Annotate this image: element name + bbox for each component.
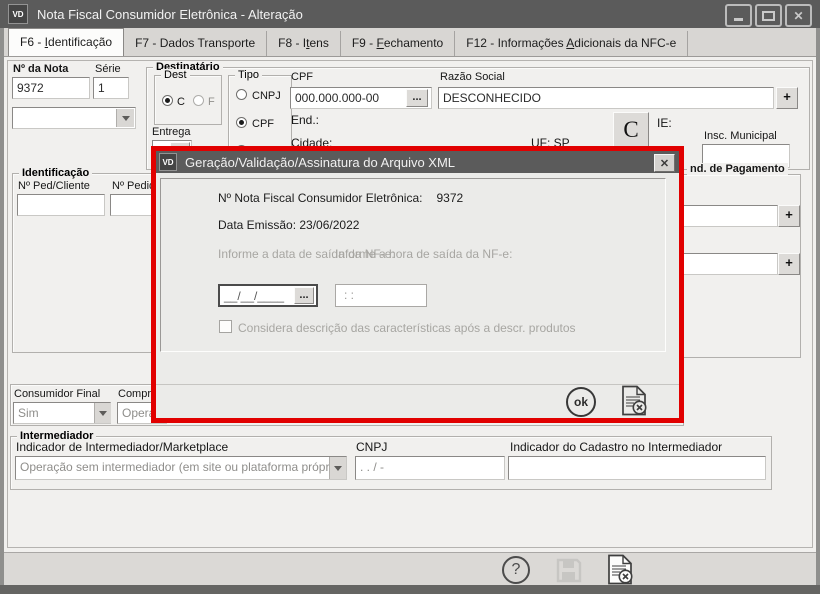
razao-social-add-button[interactable]: +	[776, 87, 798, 109]
save-button[interactable]	[556, 558, 582, 588]
entrega-label: Entrega	[152, 126, 191, 138]
emission-date-text: Data Emissão: 23/06/2022	[218, 218, 359, 232]
nota-input[interactable]: 9372	[12, 77, 90, 99]
identificacao-title: Identificação	[19, 167, 92, 179]
close-document-icon	[606, 554, 634, 585]
radio-dest-f[interactable]	[193, 95, 204, 106]
dialog-close-button[interactable]	[654, 154, 675, 172]
ped-cliente-label: Nº Ped/Cliente	[18, 180, 90, 192]
razao-social-label: Razão Social	[440, 71, 505, 83]
cadastro-intermediador-label: Indicador do Cadastro no Intermediador	[510, 441, 722, 453]
ie-label: IE:	[657, 117, 672, 129]
departure-time-input[interactable]: : :	[335, 284, 427, 307]
dialog-titlebar: VD Geração/Validação/Assinatura do Arqui…	[156, 151, 679, 173]
ped-cliente-input[interactable]	[17, 194, 105, 216]
tab-f12[interactable]: F12 - Informações Adicionais da NFC-e	[455, 31, 688, 56]
departure-time-label: Informe a hora de saída da NF-e:	[335, 246, 512, 262]
tab-f9[interactable]: F9 - Fechamento	[341, 31, 455, 56]
window-border-right	[816, 28, 820, 585]
serie-input[interactable]: 1	[93, 77, 129, 99]
description-checkbox-label: Considera descrição das características …	[238, 321, 576, 335]
nota-label: Nº da Nota	[13, 63, 68, 75]
radio-dest-c[interactable]	[162, 95, 173, 106]
radio-dest-f-label: F	[208, 96, 215, 108]
indicador-marketplace-select[interactable]: Operação sem intermediador (em site ou p…	[15, 456, 347, 480]
close-button[interactable]	[785, 4, 812, 27]
window-bottom-edge	[0, 585, 820, 594]
tab-f6[interactable]: F6 - Identificação	[8, 28, 124, 56]
radio-tipo-cpf-label: CPF	[252, 118, 274, 130]
save-icon	[556, 558, 582, 583]
maximize-icon	[762, 11, 775, 21]
close-document-icon	[620, 385, 648, 416]
titlebar: VD Nota Fiscal Consumidor Eletrônica - A…	[0, 0, 820, 28]
tab-f8[interactable]: F8 - Itens	[267, 31, 341, 56]
nfce-number-row: Nº Nota Fiscal Consumidor Eletrônica: 937…	[218, 191, 463, 205]
tipo-title: Tipo	[235, 69, 262, 81]
window-title: Nota Fiscal Consumidor Eletrônica - Alte…	[37, 7, 303, 22]
tab-f7[interactable]: F7 - Dados Transporte	[124, 31, 267, 56]
description-checkbox[interactable]	[219, 320, 232, 333]
dialog-separator	[156, 384, 679, 385]
chevron-down-icon[interactable]	[94, 403, 111, 423]
radio-tipo-cnpj-label: CNPJ	[252, 90, 281, 102]
indicador-marketplace-label: Indicador de Intermediador/Marketplace	[16, 441, 228, 453]
insc-municipal-label: Insc. Municipal	[704, 130, 777, 142]
dialog-cancel-document-button[interactable]	[620, 385, 648, 421]
pagamento-title: nd. de Pagamento	[687, 163, 788, 175]
cpf-picker-button[interactable]: ...	[406, 89, 428, 107]
radio-tipo-cpf[interactable]	[236, 117, 247, 128]
endereco-label: End.:	[291, 114, 319, 126]
window-controls	[722, 4, 812, 27]
minimize-icon	[734, 18, 743, 21]
main-window: VD Nota Fiscal Consumidor Eletrônica - A…	[0, 0, 820, 594]
maximize-button[interactable]	[755, 4, 782, 27]
nfce-number-label: Nº Nota Fiscal Consumidor Eletrônica:	[218, 191, 422, 205]
tab-bar: F6 - IdentificaçãoF7 - Dados TransporteF…	[4, 28, 816, 57]
date-picker-button[interactable]: ...	[294, 287, 314, 304]
xml-generation-dialog: VD Geração/Validação/Assinatura do Arqui…	[151, 146, 684, 423]
dialog-app-icon: VD	[159, 153, 177, 171]
dialog-title: Geração/Validação/Assinatura do Arquivo …	[185, 155, 455, 170]
ok-button[interactable]: ok	[566, 387, 596, 417]
serie-label: Série	[95, 63, 121, 75]
chevron-down-icon[interactable]	[116, 109, 134, 127]
window-border-left	[0, 28, 4, 585]
pagamento-add-button-1[interactable]: +	[778, 205, 800, 227]
consumidor-final-label: Consumidor Final	[14, 388, 100, 400]
minimize-button[interactable]	[725, 4, 752, 27]
footer-bar	[4, 552, 816, 585]
app-icon: VD	[8, 4, 28, 24]
cadastro-intermediador-input[interactable]	[508, 456, 766, 480]
radio-dest-c-label: C	[177, 96, 185, 108]
intermediador-cnpj-label: CNPJ	[356, 441, 387, 453]
consulta-c-button[interactable]: C	[613, 112, 649, 148]
razao-social-input[interactable]: DESCONHECIDO	[438, 87, 774, 109]
pagamento-add-button-2[interactable]: +	[778, 253, 800, 275]
intermediador-cnpj-input[interactable]: . . / -	[355, 456, 505, 480]
nota-type-select[interactable]	[12, 107, 136, 129]
radio-tipo-cnpj[interactable]	[236, 89, 247, 100]
cpf-label: CPF	[291, 71, 313, 83]
nfce-number-value: 9372	[436, 191, 463, 205]
help-button[interactable]: ?	[502, 556, 530, 584]
dest-title: Dest	[161, 69, 190, 81]
chevron-down-icon[interactable]	[329, 457, 346, 479]
